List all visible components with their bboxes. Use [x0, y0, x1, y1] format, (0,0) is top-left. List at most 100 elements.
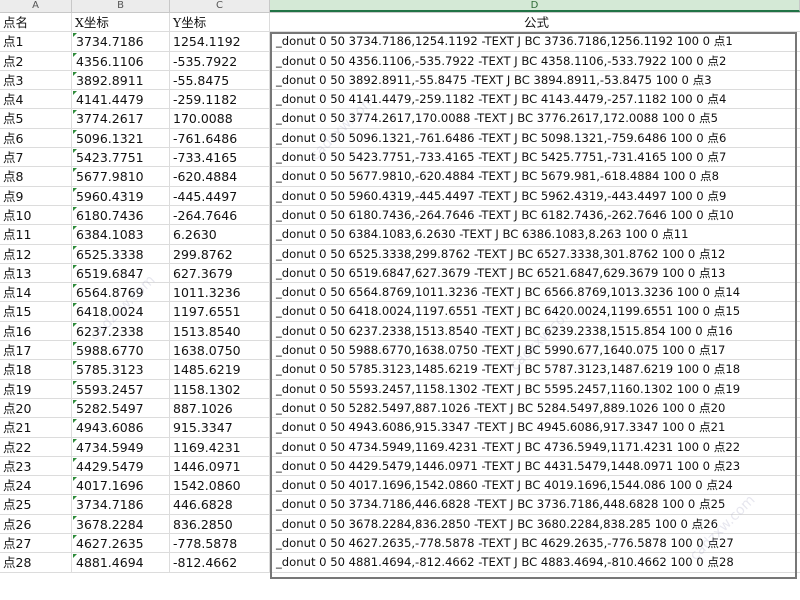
cell-y[interactable]: -259.1182: [170, 90, 270, 109]
cell-formula[interactable]: _donut 0 50 4734.5949,1169.4231 -TEXT J …: [270, 438, 800, 456]
cell-y[interactable]: -761.6486: [170, 128, 270, 148]
cell-name[interactable]: 点22: [0, 437, 72, 456]
cell-name[interactable]: 点24: [0, 476, 72, 495]
cell-x[interactable]: 5960.4319: [72, 186, 170, 205]
cell-x[interactable]: 5988.6770: [72, 341, 170, 360]
cell-formula[interactable]: _donut 0 50 5593.2457,1158.1302 -TEXT J …: [270, 380, 800, 398]
cell-x[interactable]: 6525.3338: [72, 244, 170, 263]
cell-y[interactable]: -535.7922: [170, 51, 270, 70]
cell-y[interactable]: -264.7646: [170, 205, 270, 225]
cell-x[interactable]: 6519.6847: [72, 263, 170, 283]
cell-formula[interactable]: _donut 0 50 5677.9810,-620.4884 -TEXT J …: [270, 167, 800, 185]
cell-name[interactable]: 点3: [0, 70, 72, 90]
cell-y[interactable]: 887.1026: [170, 398, 270, 418]
cell-name[interactable]: 点20: [0, 398, 72, 418]
cell-y[interactable]: 915.3347: [170, 418, 270, 437]
cell-y[interactable]: 627.3679: [170, 263, 270, 283]
header-cell-y[interactable]: Y坐标: [170, 13, 270, 32]
cell-formula[interactable]: _donut 0 50 6384.1083,6.2630 -TEXT J BC …: [270, 225, 800, 243]
cell-formula[interactable]: _donut 0 50 6237.2338,1513.8540 -TEXT J …: [270, 322, 800, 340]
cell-formula[interactable]: _donut 0 50 5988.6770,1638.0750 -TEXT J …: [270, 341, 800, 359]
cell-y[interactable]: 1254.1192: [170, 32, 270, 51]
cell-y[interactable]: -778.5878: [170, 534, 270, 553]
cell-name[interactable]: 点8: [0, 167, 72, 186]
cell-formula[interactable]: _donut 0 50 4017.1696,1542.0860 -TEXT J …: [270, 476, 800, 494]
header-cell-formula[interactable]: 公式: [270, 13, 800, 31]
cell-x[interactable]: 5677.9810: [72, 167, 170, 186]
cell-x[interactable]: 4429.5479: [72, 456, 170, 476]
cell-name[interactable]: 点14: [0, 283, 72, 302]
cell-formula[interactable]: _donut 0 50 3892.8911,-55.8475 -TEXT J B…: [270, 71, 800, 89]
header-cell-x[interactable]: X坐标: [72, 13, 170, 32]
cell-formula[interactable]: _donut 0 50 6525.3338,299.8762 -TEXT J B…: [270, 245, 800, 263]
cell-name[interactable]: 点28: [0, 553, 72, 572]
cell-y[interactable]: 1542.0860: [170, 476, 270, 495]
cell-x[interactable]: 4734.5949: [72, 437, 170, 456]
cell-formula[interactable]: _donut 0 50 5423.7751,-733.4165 -TEXT J …: [270, 148, 800, 166]
cell-x[interactable]: 3734.7186: [72, 32, 170, 51]
cell-formula[interactable]: _donut 0 50 4943.6086,915.3347 -TEXT J B…: [270, 418, 800, 436]
cell-x[interactable]: 6384.1083: [72, 225, 170, 244]
cell-name[interactable]: 点16: [0, 321, 72, 341]
cell-name[interactable]: 点25: [0, 495, 72, 514]
cell-y[interactable]: 299.8762: [170, 244, 270, 263]
cell-x[interactable]: 4017.1696: [72, 476, 170, 495]
cell-x[interactable]: 6237.2338: [72, 321, 170, 341]
cell-x[interactable]: 4627.2635: [72, 534, 170, 553]
cell-x[interactable]: 5096.1321: [72, 128, 170, 148]
cell-x[interactable]: 5593.2457: [72, 379, 170, 398]
cell-x[interactable]: 3774.2617: [72, 109, 170, 128]
cell-formula[interactable]: _donut 0 50 6519.6847,627.3679 -TEXT J B…: [270, 264, 800, 282]
cell-name[interactable]: 点17: [0, 341, 72, 360]
cell-name[interactable]: 点23: [0, 456, 72, 476]
cell-x[interactable]: 6180.7436: [72, 205, 170, 225]
cell-x[interactable]: 3734.7186: [72, 495, 170, 514]
cell-x[interactable]: 6564.8769: [72, 283, 170, 302]
cell-name[interactable]: 点6: [0, 128, 72, 148]
cell-formula[interactable]: _donut 0 50 5785.3123,1485.6219 -TEXT J …: [270, 360, 800, 378]
cell-x[interactable]: 5423.7751: [72, 148, 170, 167]
cell-name[interactable]: 点21: [0, 418, 72, 437]
cell-formula[interactable]: _donut 0 50 3734.7186,1254.1192 -TEXT J …: [270, 32, 800, 50]
cell-x[interactable]: 6418.0024: [72, 302, 170, 321]
cell-x[interactable]: 3678.2284: [72, 514, 170, 534]
column-header-d[interactable]: D: [270, 0, 800, 12]
cell-y[interactable]: 170.0088: [170, 109, 270, 128]
cell-name[interactable]: 点4: [0, 90, 72, 109]
cell-name[interactable]: 点5: [0, 109, 72, 128]
cell-y[interactable]: 1485.6219: [170, 360, 270, 379]
cell-formula[interactable]: _donut 0 50 5960.4319,-445.4497 -TEXT J …: [270, 187, 800, 205]
cell-y[interactable]: 1158.1302: [170, 379, 270, 398]
cell-y[interactable]: 1446.0971: [170, 456, 270, 476]
cell-formula[interactable]: _donut 0 50 6180.7436,-264.7646 -TEXT J …: [270, 206, 800, 224]
cell-name[interactable]: 点18: [0, 360, 72, 379]
cell-x[interactable]: 4881.4694: [72, 553, 170, 572]
cell-y[interactable]: 1169.4231: [170, 437, 270, 456]
column-header-b[interactable]: B: [72, 0, 170, 12]
cell-x[interactable]: 4943.6086: [72, 418, 170, 437]
cell-y[interactable]: -620.4884: [170, 167, 270, 186]
cell-name[interactable]: 点7: [0, 148, 72, 167]
cell-x[interactable]: 5282.5497: [72, 398, 170, 418]
cell-name[interactable]: 点2: [0, 51, 72, 70]
cell-x[interactable]: 4356.1106: [72, 51, 170, 70]
cell-formula[interactable]: _donut 0 50 4627.2635,-778.5878 -TEXT J …: [270, 534, 800, 552]
cell-y[interactable]: 1011.3236: [170, 283, 270, 302]
cell-name[interactable]: 点19: [0, 379, 72, 398]
cell-formula[interactable]: _donut 0 50 5096.1321,-761.6486 -TEXT J …: [270, 129, 800, 147]
cell-formula[interactable]: _donut 0 50 6418.0024,1197.6551 -TEXT J …: [270, 302, 800, 320]
cell-x[interactable]: 5785.3123: [72, 360, 170, 379]
cell-y[interactable]: 836.2850: [170, 514, 270, 534]
cell-formula[interactable]: _donut 0 50 3678.2284,836.2850 -TEXT J B…: [270, 515, 800, 533]
cell-formula[interactable]: _donut 0 50 3734.7186,446.6828 -TEXT J B…: [270, 495, 800, 513]
cell-formula[interactable]: _donut 0 50 6564.8769,1011.3236 -TEXT J …: [270, 283, 800, 301]
cell-formula[interactable]: _donut 0 50 4429.5479,1446.0971 -TEXT J …: [270, 457, 800, 475]
cell-y[interactable]: 1638.0750: [170, 341, 270, 360]
cell-name[interactable]: 点13: [0, 263, 72, 283]
cell-x[interactable]: 4141.4479: [72, 90, 170, 109]
cell-y[interactable]: 1513.8540: [170, 321, 270, 341]
cell-y[interactable]: 6.2630: [170, 225, 270, 244]
cell-name[interactable]: 点10: [0, 205, 72, 225]
cell-name[interactable]: 点11: [0, 225, 72, 244]
cell-formula[interactable]: _donut 0 50 5282.5497,887.1026 -TEXT J B…: [270, 399, 800, 417]
